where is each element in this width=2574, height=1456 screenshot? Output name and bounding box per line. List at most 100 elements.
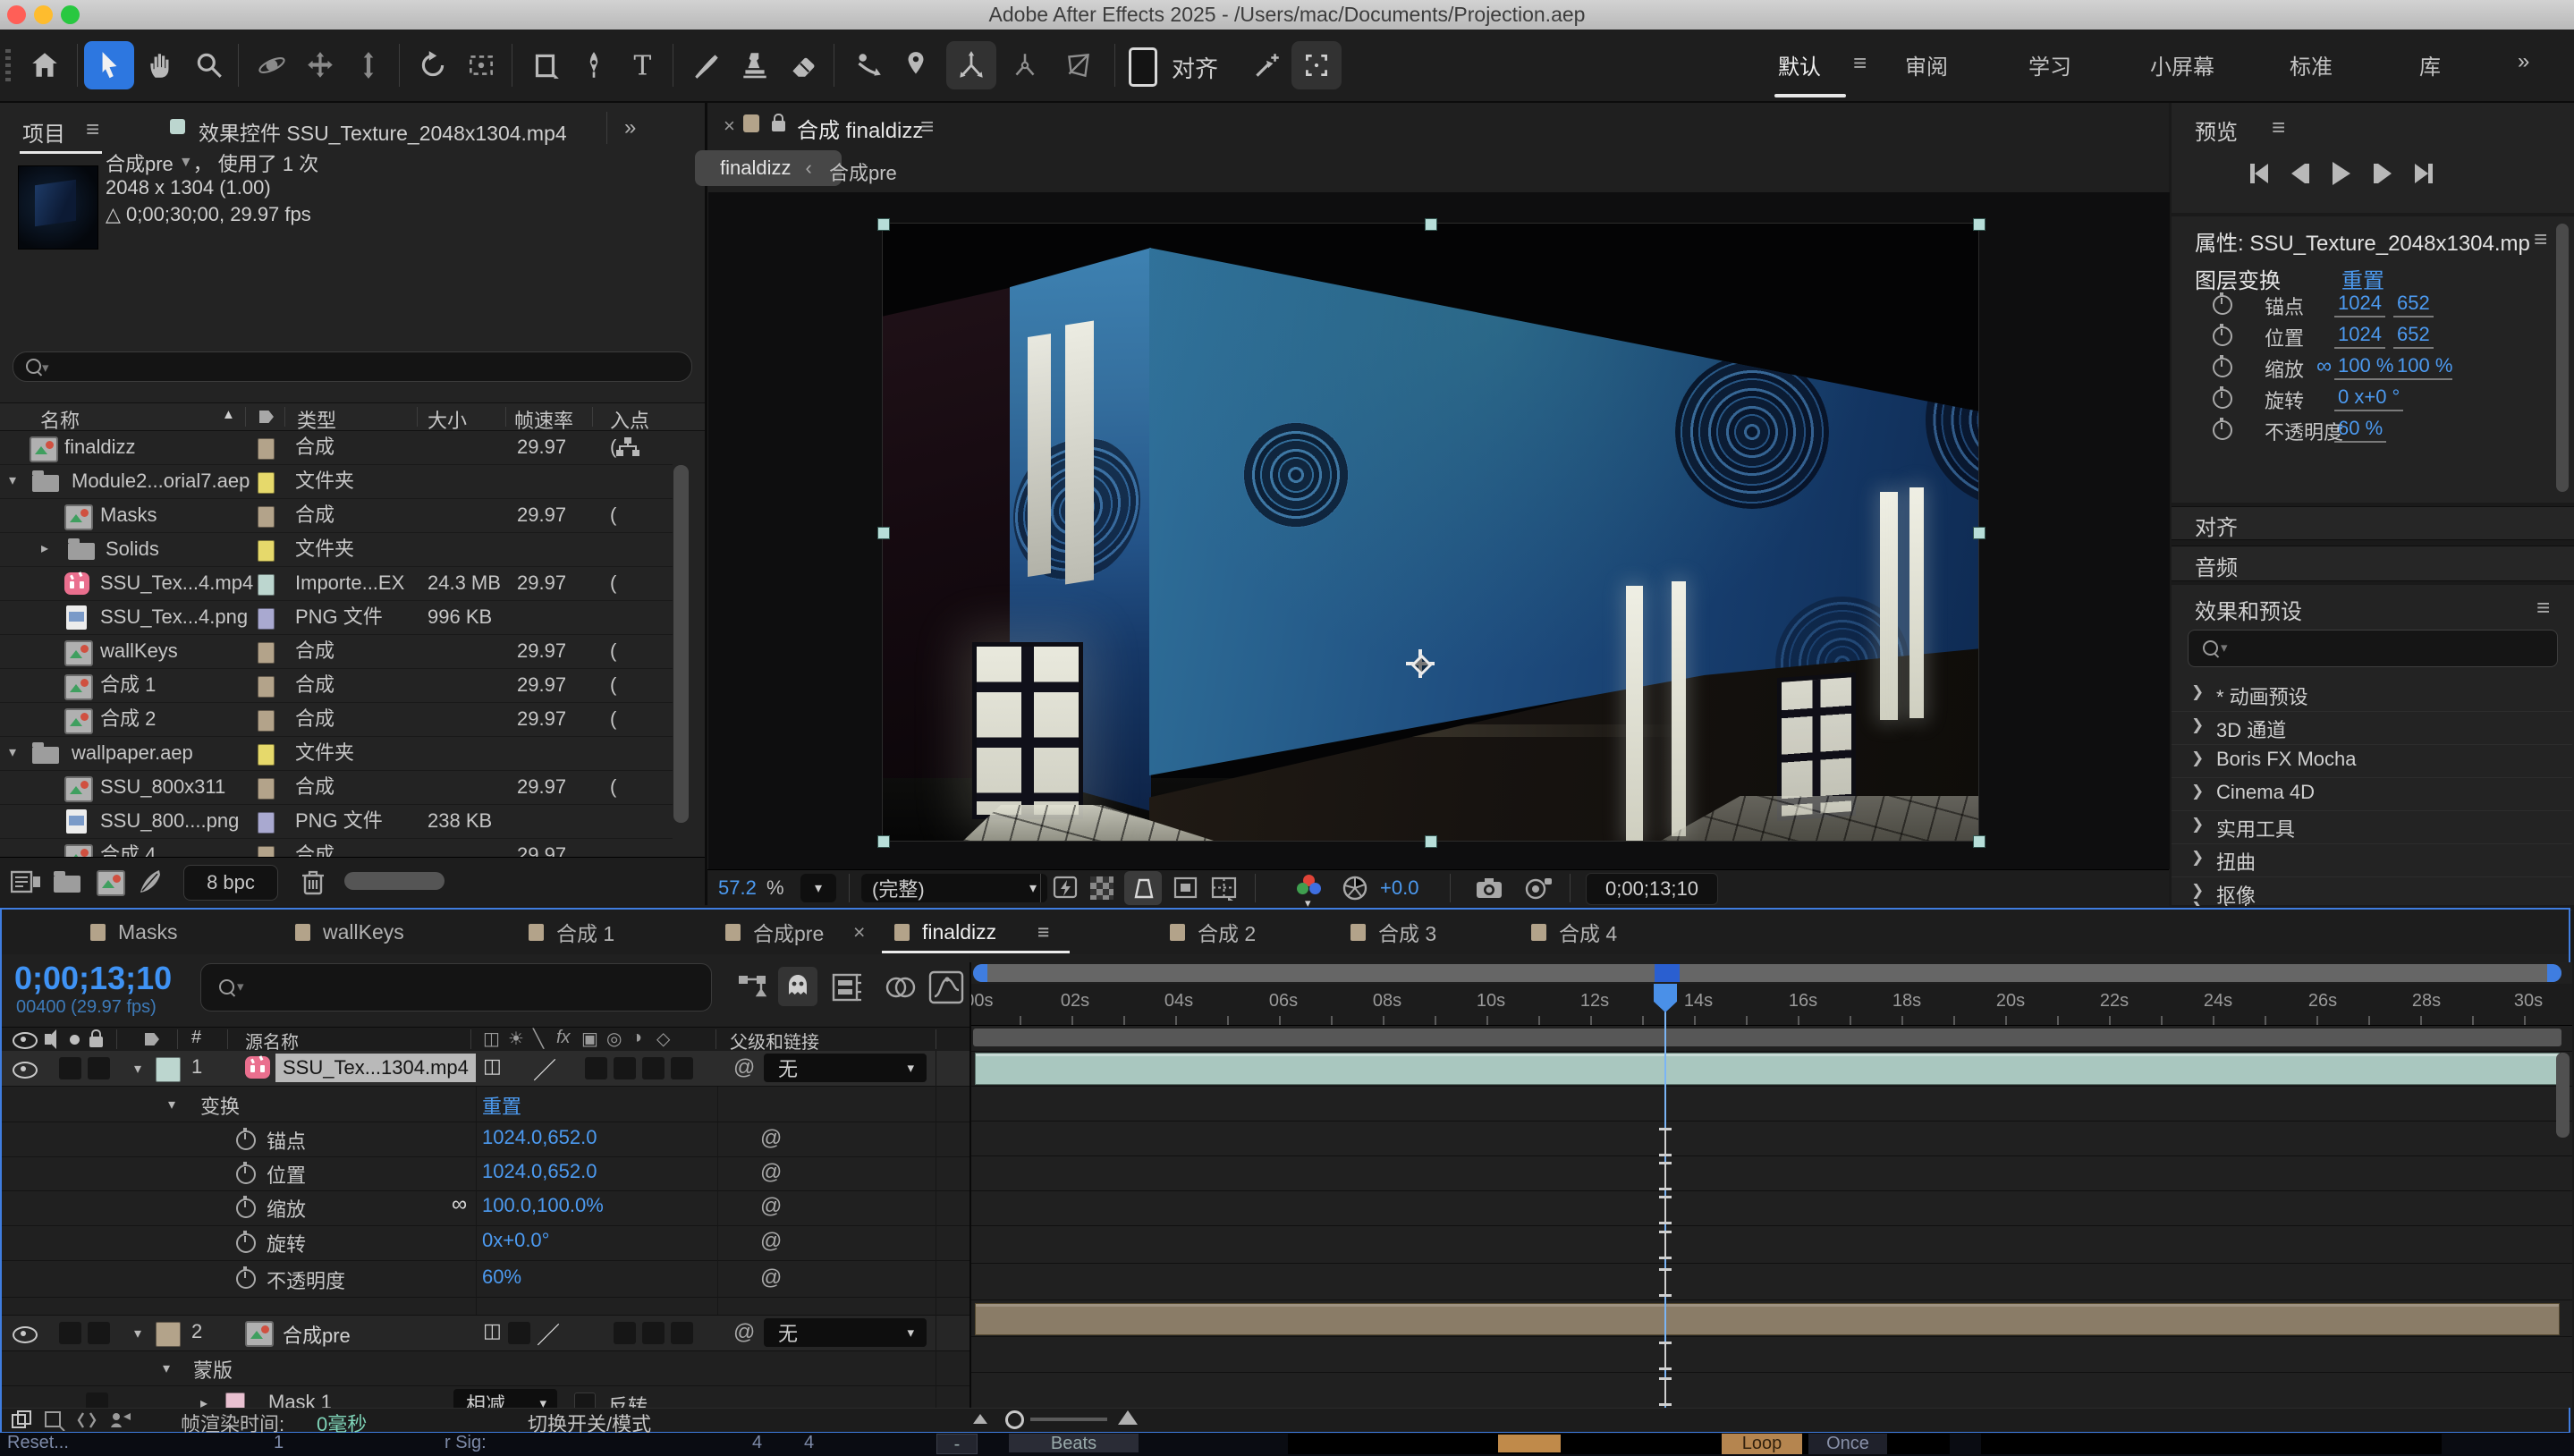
shy-toggle[interactable]: ◫ (483, 1054, 502, 1078)
workspace-menu-icon[interactable]: ≡ (1853, 51, 1867, 74)
prop-value[interactable]: 652 (2393, 323, 2434, 349)
selection-handle[interactable] (1425, 835, 1437, 848)
region-of-interest-icon[interactable] (1173, 876, 1199, 901)
timeline-tab[interactable]: 合成 1 (529, 910, 614, 954)
property-label[interactable]: 旋转 (267, 1229, 306, 1257)
label-color-chip[interactable] (258, 608, 275, 630)
hide-shy-layers-icon[interactable] (830, 970, 864, 1004)
zoom-tool[interactable] (184, 41, 234, 89)
expander-right-icon[interactable]: ▸ (200, 1394, 207, 1408)
project-row-ssu-mp4[interactable]: SSU_Tex...4.mp4 Importe...EX 24.3 MB 29.… (0, 566, 673, 601)
link-icon[interactable]: ∞ (452, 1192, 467, 1217)
view-axis-mode-button[interactable] (1054, 41, 1104, 89)
quality-toggle[interactable]: ／ (537, 1317, 560, 1350)
layer1-duration-bar[interactable] (975, 1053, 2560, 1085)
composition-viewport[interactable] (708, 192, 2170, 869)
label-color-chip[interactable] (258, 778, 275, 800)
effects-menu-icon[interactable]: ≡ (2536, 596, 2550, 619)
stopwatch-icon[interactable] (2213, 389, 2232, 409)
expand-render-icon[interactable] (107, 1409, 132, 1431)
collapse-switch-icon[interactable]: ☀ (508, 1028, 524, 1050)
work-area-bar[interactable] (973, 1029, 2561, 1046)
breadcrumb-parent[interactable]: 合成pre (829, 157, 897, 186)
last-frame-button[interactable] (2415, 164, 2433, 183)
mini-flowchart-icon[interactable] (737, 972, 769, 1003)
solo-toggle[interactable] (88, 1322, 110, 1344)
panel-overflow-chevron[interactable]: » (624, 115, 636, 140)
quality-toggle[interactable]: ／ (533, 1053, 556, 1086)
item-name[interactable]: SSU_800x311 (100, 770, 225, 804)
label-color-chip[interactable] (258, 438, 275, 460)
project-row-ssu800-png[interactable]: SSU_800....png PNG 文件 238 KB (0, 804, 673, 839)
right-column-scrollbar[interactable] (2556, 224, 2569, 492)
navigator-playhead-marker[interactable] (1655, 964, 1680, 982)
project-row-module2[interactable]: ▾ Module2...orial7.aep 文件夹 (0, 464, 673, 499)
draft-3d-button[interactable] (778, 967, 817, 1006)
project-tab[interactable]: 项目 (22, 116, 65, 148)
eye-icon[interactable] (13, 1062, 38, 1079)
interpret-footage-icon[interactable] (11, 868, 41, 895)
label-color-chip[interactable] (258, 710, 275, 732)
pickwhip-icon[interactable]: @ (760, 1194, 782, 1219)
project-row-masks[interactable]: Masks 合成 29.97 ( (0, 498, 673, 533)
pickwhip-icon[interactable]: @ (760, 1229, 782, 1254)
layer-source-name[interactable]: 合成pre (283, 1320, 351, 1349)
item-name[interactable]: 合成 2 (100, 702, 156, 736)
layer-label-chip[interactable] (156, 1322, 181, 1347)
guides-grid-icon[interactable] (1210, 876, 1239, 901)
motion-blur-toggle[interactable] (642, 1322, 665, 1344)
expand-layer-icon[interactable]: ▾ (134, 1060, 141, 1078)
frame-blend-toggle[interactable] (614, 1322, 636, 1344)
group-label[interactable]: 变换 (200, 1091, 240, 1120)
timeline-zoom-knob[interactable] (1005, 1410, 1024, 1429)
stopwatch-icon[interactable] (2213, 358, 2232, 377)
exposure-shutter-icon[interactable] (1341, 874, 1369, 902)
item-name[interactable]: Solids (106, 532, 159, 566)
channels-icon[interactable]: ▾ (1294, 875, 1325, 902)
video-column-icon[interactable] (13, 1032, 38, 1049)
fill-swatch[interactable] (1129, 47, 1157, 87)
collapse-group-icon[interactable]: ▾ (163, 1359, 170, 1377)
breadcrumb-current[interactable]: finaldizz (720, 157, 791, 180)
show-snapshot-icon[interactable] (1523, 876, 1554, 901)
property-label[interactable]: 位置 (267, 1160, 306, 1189)
orbit-camera-tool[interactable] (247, 41, 297, 89)
zoom-out-mountain-icon[interactable] (973, 1414, 987, 1424)
prop-value[interactable]: 1024 (2334, 292, 2385, 317)
eye-icon[interactable] (13, 1326, 38, 1343)
parent-dropdown[interactable]: 无▾ (764, 1318, 927, 1347)
effects-category[interactable]: ❯Cinema 4D (2172, 777, 2572, 811)
layer-anchor-point[interactable] (1406, 649, 1435, 678)
label-color-chip[interactable] (258, 744, 275, 766)
property-value[interactable]: 0x+0.0° (482, 1229, 549, 1252)
item-name[interactable]: 合成 4 (100, 838, 156, 858)
frame-blending-icon[interactable] (884, 972, 918, 1003)
property-value[interactable]: 100.0,100.0% (482, 1194, 604, 1217)
property-value[interactable]: 60% (482, 1266, 521, 1289)
position-property-row[interactable]: 位置 1024.0,652.0 @ (2, 1156, 969, 1191)
shy-switch-icon[interactable]: ◫ (483, 1028, 500, 1050)
source-name-column[interactable]: 源名称 (245, 1028, 299, 1054)
frame-blend-toggle[interactable] (614, 1057, 636, 1079)
item-name[interactable]: 合成 1 (100, 668, 156, 702)
shy-toggle[interactable]: ◫ (483, 1319, 502, 1342)
pickwhip-icon[interactable]: @ (760, 1160, 782, 1185)
timeline-tab-active[interactable]: finaldizz (894, 910, 996, 954)
align-panel-header[interactable]: 对齐 (2172, 506, 2574, 540)
label-color-chip[interactable] (258, 812, 275, 834)
project-row-wallpaper[interactable]: ▾ wallpaper.aep 文件夹 (0, 736, 673, 771)
local-axis-mode-button[interactable] (946, 41, 996, 89)
timeline-tab[interactable]: wallKeys (295, 910, 404, 954)
pen-tool[interactable] (569, 41, 619, 89)
brush-tool[interactable] (682, 41, 732, 89)
item-name[interactable]: SSU_800....png (100, 804, 239, 838)
project-row-ssu800[interactable]: SSU_800x311 合成 29.97 ( (0, 770, 673, 805)
property-label[interactable]: 不透明度 (267, 1266, 345, 1294)
effects-search-input[interactable]: ▾ (2188, 630, 2558, 667)
expander-right-icon[interactable]: ▸ (41, 532, 48, 566)
effects-category[interactable]: ❯Boris FX Mocha (2172, 744, 2572, 778)
mask-label-chip[interactable] (225, 1393, 245, 1408)
selection-handle[interactable] (1425, 218, 1437, 231)
layer-label-chip[interactable] (156, 1057, 181, 1082)
comp-panel-menu-icon[interactable]: ≡ (920, 114, 934, 138)
